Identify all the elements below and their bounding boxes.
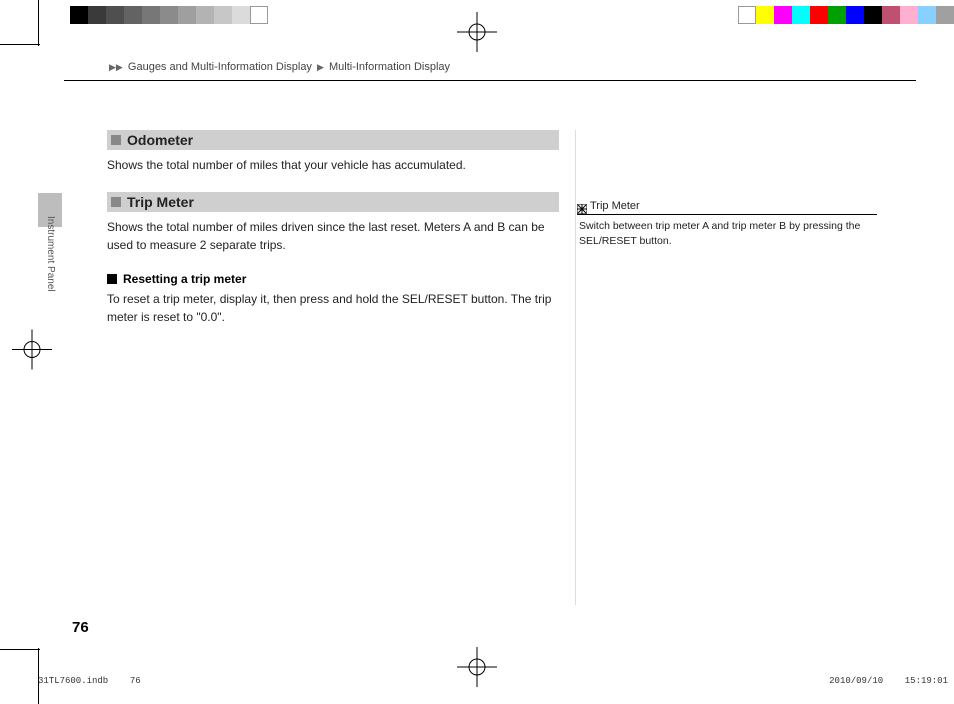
breadcrumb-arrow-icon: ▶▶ [109, 62, 123, 72]
color-swatch [232, 6, 250, 24]
color-swatch [142, 6, 160, 24]
crop-mark [0, 649, 40, 650]
color-swatch [70, 6, 88, 24]
color-swatch [864, 6, 882, 24]
breadcrumb-level1: Gauges and Multi-Information Display [128, 61, 312, 73]
crop-mark [0, 44, 40, 45]
section-body-trip-meter: Shows the total number of miles driven s… [107, 218, 559, 254]
color-swatch [846, 6, 864, 24]
subsection-bullet-icon [107, 274, 117, 284]
imprint-filepage: 76 [130, 676, 141, 686]
color-swatch [918, 6, 936, 24]
color-swatch [936, 6, 954, 24]
breadcrumb-arrow-icon: ▶ [317, 62, 324, 72]
subsection-heading-reset: Resetting a trip meter [107, 272, 559, 286]
imprint-file: 31TL7600.indb 76 [38, 676, 141, 686]
sidebar-reference-body: Switch between trip meter A and trip met… [577, 219, 877, 248]
chapter-side-label: Instrument Panel [45, 216, 56, 316]
sidebar-reference-title: Trip Meter [590, 200, 640, 212]
section-body-odometer: Shows the total number of miles that you… [107, 156, 559, 174]
color-swatch [106, 6, 124, 24]
color-swatch [88, 6, 106, 24]
imprint-datetime: 2010/09/10 15:19:01 [829, 676, 948, 686]
breadcrumb-divider [64, 80, 916, 81]
imprint-date: 2010/09/10 [829, 676, 883, 686]
color-swatch [178, 6, 196, 24]
color-swatch [160, 6, 178, 24]
color-swatch [738, 6, 756, 24]
color-swatch [882, 6, 900, 24]
color-swatch [250, 6, 268, 24]
color-swatch [196, 6, 214, 24]
registration-mark-left [12, 330, 52, 375]
color-swatch [774, 6, 792, 24]
breadcrumb: ▶▶ Gauges and Multi-Information Display … [0, 61, 954, 73]
registration-mark-top [457, 12, 497, 57]
crop-mark [38, 0, 39, 46]
registration-mark-bottom [457, 647, 497, 692]
subsection-body-reset: To reset a trip meter, display it, then … [107, 290, 559, 326]
color-swatch [900, 6, 918, 24]
section-bullet-icon [111, 135, 121, 145]
section-bullet-icon [111, 197, 121, 207]
cross-reference-icon [577, 201, 587, 211]
print-color-bar [738, 6, 954, 24]
color-swatch [124, 6, 142, 24]
section-title: Trip Meter [127, 194, 194, 210]
page-number: 76 [72, 619, 89, 636]
color-swatch [828, 6, 846, 24]
sidebar-reference-heading: Trip Meter [577, 200, 877, 215]
section-heading-odometer: Odometer [107, 130, 559, 150]
section-title: Odometer [127, 132, 193, 148]
breadcrumb-level2: Multi-Information Display [329, 61, 450, 73]
imprint-time: 15:19:01 [905, 676, 948, 686]
imprint-filename: 31TL7600.indb [38, 676, 108, 686]
subsection-title: Resetting a trip meter [123, 272, 246, 286]
color-swatch [756, 6, 774, 24]
color-swatch [810, 6, 828, 24]
section-heading-trip-meter: Trip Meter [107, 192, 559, 212]
color-swatch [214, 6, 232, 24]
print-grayscale-bar [70, 6, 268, 24]
color-swatch [792, 6, 810, 24]
